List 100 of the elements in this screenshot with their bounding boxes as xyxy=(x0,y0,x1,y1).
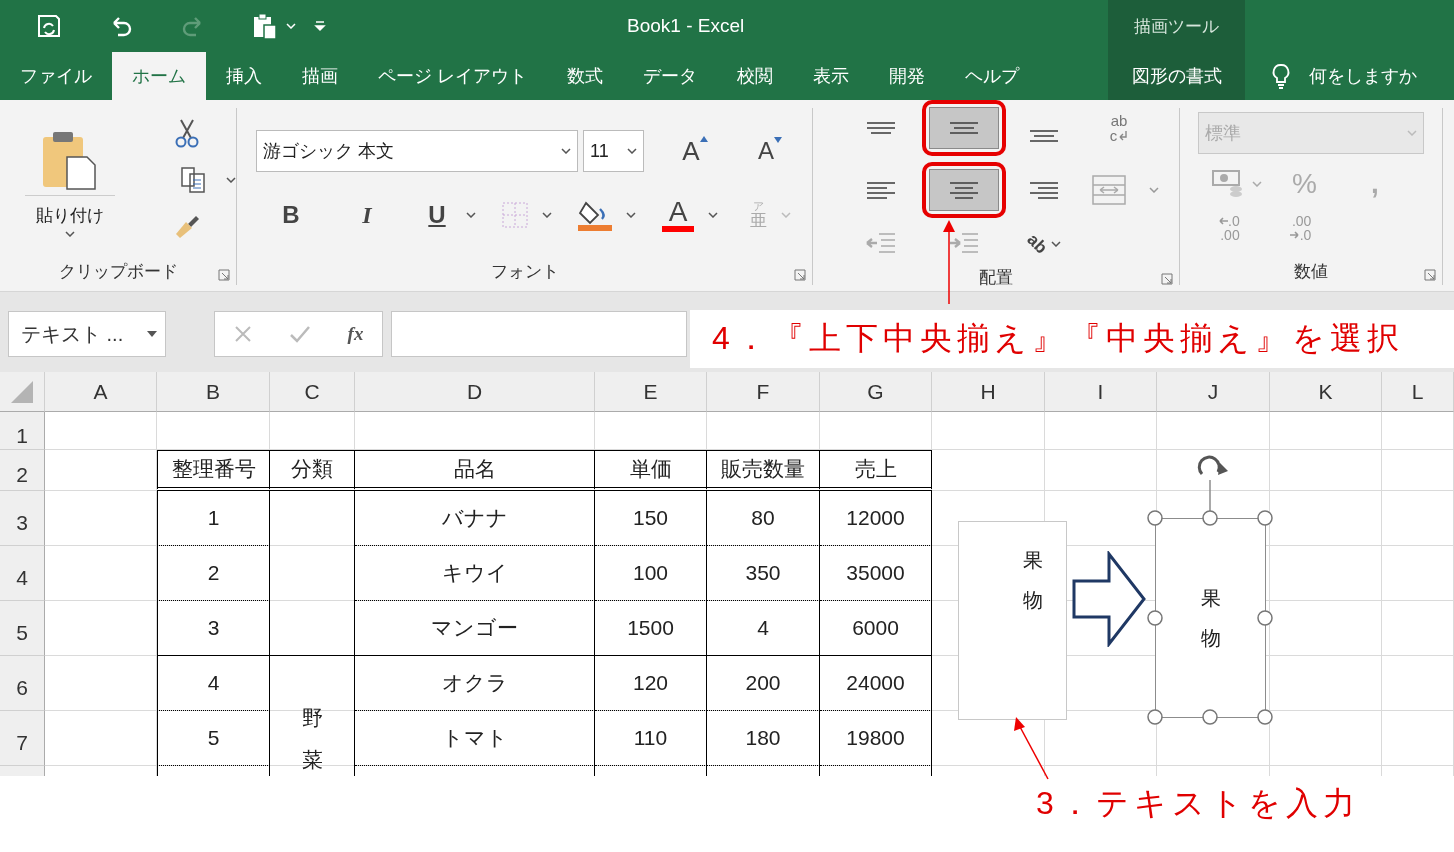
align-lines-icon xyxy=(866,122,896,134)
font-size-field[interactable]: 11 xyxy=(583,130,644,172)
ribbon-tab[interactable]: ホーム xyxy=(112,52,206,100)
paste-button[interactable]: 貼り付け xyxy=(22,108,118,257)
dialog-launcher-icon[interactable] xyxy=(1161,273,1173,285)
ribbon-tab[interactable]: ファイル xyxy=(0,52,112,100)
table-cell: 3 xyxy=(157,601,270,656)
table-cell: バナナ xyxy=(355,491,595,546)
row-header[interactable]: 1 xyxy=(0,412,45,450)
formula-input[interactable] xyxy=(391,311,687,357)
dialog-launcher-icon[interactable] xyxy=(1424,269,1436,281)
grow-font-button[interactable]: A xyxy=(677,135,713,167)
caret-icon[interactable] xyxy=(626,212,636,218)
scissors-icon[interactable] xyxy=(173,118,201,148)
ribbon-tab[interactable]: 図形の書式 xyxy=(1111,52,1242,100)
table-cell: 150 xyxy=(595,491,707,546)
caret-icon[interactable] xyxy=(1050,241,1061,247)
group-label: クリップボード xyxy=(58,260,178,283)
table-cell: 19800 xyxy=(820,711,932,766)
column-header[interactable]: F xyxy=(707,372,820,412)
table-header-cell: 売上 xyxy=(820,450,932,491)
column-header[interactable]: B xyxy=(157,372,270,412)
table-cell: 1 xyxy=(157,491,270,546)
caret-icon[interactable] xyxy=(65,230,75,237)
italic-button[interactable]: I xyxy=(352,201,382,229)
wrap-align-button[interactable]: ab c xyxy=(1084,107,1154,149)
shrink-font-button[interactable]: A xyxy=(752,137,788,165)
middle-align-button[interactable] xyxy=(929,107,999,149)
row-header[interactable]: 3 xyxy=(0,491,45,546)
customize-menu-icon[interactable] xyxy=(314,20,326,32)
font-name-field[interactable]: 游ゴシック 本文 xyxy=(256,130,578,172)
bold-button[interactable]: B xyxy=(276,201,306,229)
dialog-launcher-icon[interactable] xyxy=(218,269,230,281)
caret-icon[interactable] xyxy=(627,148,637,154)
table-cell: 35000 xyxy=(820,546,932,601)
clipboard-icon[interactable] xyxy=(252,12,278,40)
column-header[interactable]: D xyxy=(355,372,595,412)
insert-function-button[interactable]: fx xyxy=(347,323,364,345)
lightbulb-icon[interactable] xyxy=(1271,63,1291,89)
caret-icon[interactable] xyxy=(542,212,552,218)
table-cell: 110 xyxy=(595,711,707,766)
block-arrow-shape[interactable] xyxy=(1071,551,1147,647)
column-header[interactable]: A xyxy=(45,372,157,412)
ribbon-tab[interactable]: データ xyxy=(623,52,717,100)
return-arrow-icon xyxy=(1118,130,1129,141)
table-cell: 24000 xyxy=(820,656,932,711)
center-align-button[interactable] xyxy=(929,169,999,211)
table-cell: 350 xyxy=(707,546,820,601)
caret-icon[interactable] xyxy=(226,177,236,183)
column-header[interactable]: E xyxy=(595,372,707,412)
color-bar-icon xyxy=(662,226,694,232)
orientation-align-button[interactable]: ab xyxy=(1009,223,1079,265)
align-lines-icon xyxy=(949,122,979,134)
row-header[interactable]: 6 xyxy=(0,656,45,711)
caret-icon[interactable] xyxy=(708,212,718,218)
align-lines-icon xyxy=(866,181,896,199)
ribbon-tab[interactable]: 表示 xyxy=(793,52,869,100)
column-header[interactable]: H xyxy=(932,372,1045,412)
column-header[interactable]: J xyxy=(1157,372,1270,412)
text-box[interactable]: 果物 xyxy=(1155,518,1266,718)
ribbon-tab[interactable]: ヘルプ xyxy=(945,52,1039,100)
row-header[interactable]: 2 xyxy=(0,450,45,491)
up-triangle-icon xyxy=(699,135,708,142)
column-header[interactable]: K xyxy=(1270,372,1382,412)
caret-icon[interactable] xyxy=(466,212,476,218)
copy-icon[interactable] xyxy=(180,166,208,194)
align-lines-icon xyxy=(949,181,979,199)
column-header[interactable]: C xyxy=(270,372,355,412)
row-header[interactable]: 7 xyxy=(0,711,45,766)
caret-icon[interactable] xyxy=(147,331,157,337)
fill-bucket-icon[interactable] xyxy=(578,199,612,231)
row-header[interactable]: 4 xyxy=(0,546,45,601)
ribbon-tab[interactable]: 挿入 xyxy=(206,52,282,100)
table-cell: 野菜 xyxy=(270,656,355,776)
font-color-button[interactable]: A xyxy=(662,198,694,232)
check-icon[interactable] xyxy=(288,325,311,343)
spreadsheet-grid[interactable]: A B C D E F G H I J K L 1 2 3 4 5 6 7 整理番号 分類 品名 単価 販売数量 売上 1 バナナ 150 80 12000 2 キウイ 100 350 35000 3 マンゴー 1500 4 6000 野菜 4 オクラ 120 200 24000 5 トマト 110 180 19800 果物 果物 xyxy=(0,372,1454,776)
save-icon[interactable] xyxy=(36,13,62,39)
ribbon-tab[interactable]: 開発 xyxy=(869,52,945,100)
column-header[interactable]: I xyxy=(1045,372,1157,412)
row-header[interactable]: 5 xyxy=(0,601,45,656)
ribbon-tab[interactable]: 校閲 xyxy=(717,52,793,100)
table-cell: 1500 xyxy=(595,601,707,656)
table-cell: 6000 xyxy=(820,601,932,656)
table-header-cell: 分類 xyxy=(270,450,355,491)
tell-me-field[interactable]: 何をしますか xyxy=(1309,64,1417,88)
column-header[interactable]: L xyxy=(1382,372,1454,412)
right-arrow-icon xyxy=(1289,231,1300,239)
column-header[interactable]: G xyxy=(820,372,932,412)
dialog-launcher-icon[interactable] xyxy=(794,269,806,281)
caret-icon[interactable] xyxy=(561,148,571,154)
name-box[interactable]: テキスト ... xyxy=(8,311,166,357)
table-cell: 80 xyxy=(707,491,820,546)
ribbon-tab[interactable]: 数式 xyxy=(547,52,623,100)
table-header-cell: 販売数量 xyxy=(707,450,820,491)
ribbon-tab[interactable]: 描画 xyxy=(282,52,358,100)
text-box[interactable]: 果物 xyxy=(958,521,1067,720)
underline-button[interactable]: U xyxy=(422,201,452,229)
ribbon-tab[interactable]: ページ レイアウト xyxy=(358,52,547,100)
table-cell: 4 xyxy=(157,656,270,711)
